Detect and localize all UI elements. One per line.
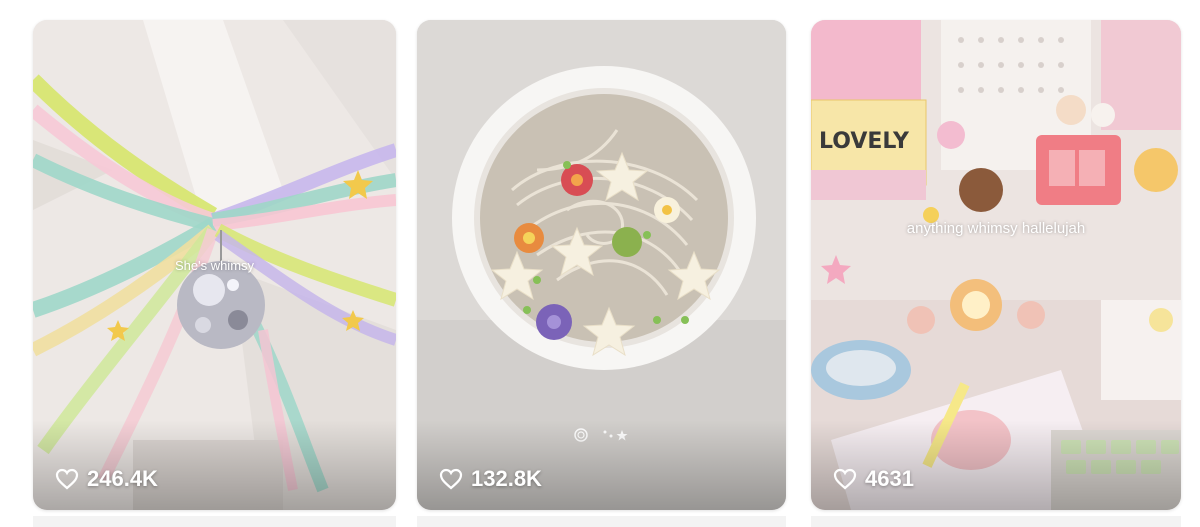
card-gradient [33, 420, 396, 510]
video-caption-1: She's whimsy [174, 258, 255, 273]
like-count-value-1: 246.4K [87, 466, 158, 491]
video-grid: She's whimsy 246.4K 132.8K LOVELY anythi… [0, 0, 1200, 527]
next-row-placeholder [417, 516, 786, 527]
like-count-2: 132.8K [439, 466, 542, 492]
like-count-value-2: 132.8K [471, 466, 542, 491]
video-card-1[interactable]: She's whimsy 246.4K [33, 20, 396, 510]
heart-outline-icon [55, 468, 79, 490]
video-caption-3: anything whimsy hallelujah [906, 220, 1086, 237]
like-count-1: 246.4K [55, 466, 158, 492]
like-count-3: 4631 [833, 466, 914, 492]
card-gradient [811, 420, 1181, 510]
svg-text:LOVELY: LOVELY [819, 129, 910, 154]
like-count-value-3: 4631 [865, 466, 914, 491]
video-card-2[interactable]: 132.8K [417, 20, 786, 510]
video-card-3[interactable]: LOVELY anything whimsy hallelujah 4631 [811, 20, 1181, 510]
card-gradient [417, 420, 786, 510]
heart-outline-icon [439, 468, 463, 490]
heart-outline-icon [833, 468, 857, 490]
next-row-placeholder [33, 516, 396, 527]
next-row-placeholder [811, 516, 1181, 527]
